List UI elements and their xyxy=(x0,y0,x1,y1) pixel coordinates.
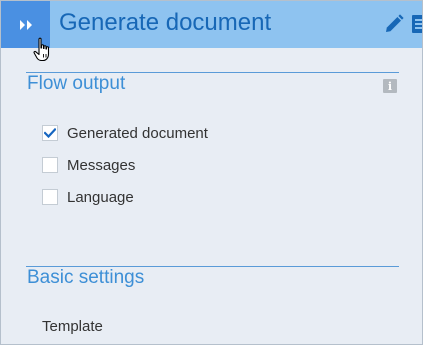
option-label: Generated document xyxy=(67,124,208,142)
expand-panel-button[interactable] xyxy=(1,1,50,48)
option-generated-document[interactable]: Generated document xyxy=(42,123,208,143)
document-icon[interactable] xyxy=(410,14,423,34)
checkmark-icon xyxy=(44,128,56,138)
flow-output-heading: Flow output xyxy=(27,73,126,94)
double-chevron-right-icon xyxy=(19,19,32,30)
option-messages[interactable]: Messages xyxy=(42,155,135,175)
panel-title: Generate document xyxy=(59,9,272,36)
checkbox[interactable] xyxy=(42,157,58,173)
option-language[interactable]: Language xyxy=(42,187,134,207)
template-field-label: Template xyxy=(42,318,103,335)
panel-header: Generate document xyxy=(1,1,423,48)
checkbox[interactable] xyxy=(42,189,58,205)
checkbox[interactable] xyxy=(42,125,58,141)
info-icon[interactable]: i xyxy=(383,79,397,93)
section-divider xyxy=(26,72,399,73)
option-label: Language xyxy=(67,188,134,206)
pencil-icon[interactable] xyxy=(384,14,404,34)
properties-panel: Generate document Flow output i Generate… xyxy=(0,0,423,345)
option-label: Messages xyxy=(67,156,136,174)
basic-settings-heading: Basic settings xyxy=(27,267,145,288)
